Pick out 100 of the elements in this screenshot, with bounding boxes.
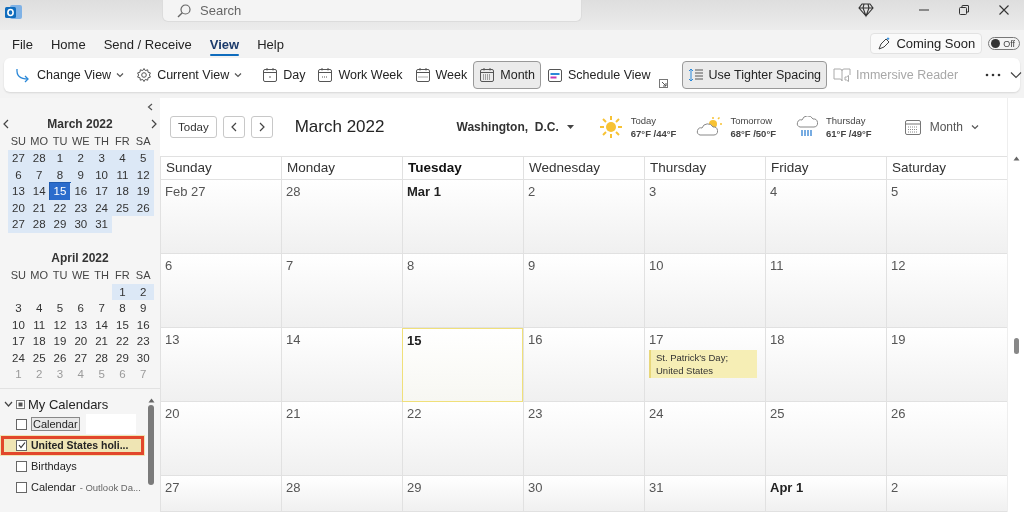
mini-calendar-day[interactable]: 6 xyxy=(70,300,92,317)
mini-calendar-day[interactable]: 17 xyxy=(8,333,29,350)
mini-calendar-day[interactable]: 1 xyxy=(112,283,133,300)
mini-calendar-day[interactable]: 16 xyxy=(132,316,154,333)
day-cell[interactable]: 2 xyxy=(523,180,644,254)
mini-calendar-day[interactable]: 13 xyxy=(70,316,92,333)
mini-calendar-day[interactable]: 11 xyxy=(28,316,50,333)
mini-calendar-day[interactable]: 27 xyxy=(70,349,92,366)
mini-calendar-day[interactable]: 18 xyxy=(112,183,133,200)
group-checkbox-icon[interactable] xyxy=(16,399,25,409)
mini-calendar-day[interactable]: 12 xyxy=(49,316,71,333)
chevron-right-icon[interactable] xyxy=(151,119,157,129)
ribbon-button[interactable]: Week xyxy=(408,61,474,89)
ribbon-button[interactable]: Schedule View xyxy=(541,61,657,89)
day-cell[interactable]: 13 xyxy=(160,328,281,402)
ribbon-button[interactable]: Day xyxy=(256,61,312,89)
mini-calendar-day[interactable]: 24 xyxy=(8,349,29,366)
mini-calendar-day[interactable]: 2 xyxy=(132,283,154,300)
day-cell[interactable]: 28 xyxy=(281,180,402,254)
ribbon-button[interactable]: Current View xyxy=(130,61,249,89)
day-cell[interactable]: Mar 1 xyxy=(402,180,523,254)
calendar-event[interactable]: St. Patrick's Day; United States xyxy=(649,350,757,378)
day-cell[interactable]: 8 xyxy=(402,254,523,328)
day-cell[interactable]: 31 xyxy=(644,476,765,512)
mini-calendar-day[interactable]: 26 xyxy=(49,349,71,366)
day-cell[interactable]: 20 xyxy=(160,402,281,476)
day-cell[interactable]: 2 xyxy=(886,476,1007,512)
day-cell[interactable]: 16 xyxy=(523,328,644,402)
day-cell[interactable]: 19 xyxy=(886,328,1007,402)
mini-calendar-day[interactable]: 28 xyxy=(91,349,112,366)
checkbox[interactable] xyxy=(16,481,27,493)
day-cell[interactable]: 29 xyxy=(402,476,523,512)
mini-calendar-day[interactable]: 17 xyxy=(91,183,112,200)
scrollbar-thumb[interactable] xyxy=(1013,338,1019,354)
mini-calendar-day[interactable]: 10 xyxy=(8,316,29,333)
scrollbar-thumb[interactable] xyxy=(148,405,154,485)
search-field[interactable]: Search xyxy=(200,3,500,18)
mini-calendar-day[interactable]: 16 xyxy=(70,183,92,200)
day-cell[interactable]: 28 xyxy=(281,476,402,512)
calendar-item[interactable]: Birthdays xyxy=(0,455,145,477)
ribbon-button[interactable]: Work Week xyxy=(311,61,409,89)
mini-calendar-day[interactable]: 19 xyxy=(132,183,154,200)
day-cell[interactable]: 7 xyxy=(281,254,402,328)
chevron-down-icon[interactable] xyxy=(1010,71,1023,79)
mini-calendar-day[interactable]: 19 xyxy=(49,333,71,350)
mini-calendar-day[interactable]: 27 xyxy=(8,216,29,233)
menu-tab[interactable]: Help xyxy=(248,32,293,55)
today-cell[interactable]: 15 xyxy=(402,328,523,402)
view-switcher[interactable]: Month xyxy=(897,117,985,137)
day-cell[interactable]: Apr 1 xyxy=(765,476,886,512)
day-cell[interactable]: 10 xyxy=(644,254,765,328)
today-button[interactable]: Today xyxy=(170,116,217,138)
mini-calendar-day[interactable]: 28 xyxy=(28,216,50,233)
mini-calendar-day[interactable]: 29 xyxy=(112,349,133,366)
ribbon-button[interactable]: Use Tighter Spacing xyxy=(681,61,828,89)
mini-calendar-day[interactable]: 8 xyxy=(112,300,133,317)
menu-tab[interactable]: File xyxy=(3,32,42,55)
expand-chevron-icon[interactable] xyxy=(4,401,13,407)
mini-calendar-day[interactable]: 18 xyxy=(28,333,50,350)
mini-calendar-day[interactable]: 7 xyxy=(91,300,112,317)
mini-calendar-day[interactable]: 2 xyxy=(70,150,92,167)
collapse-icon[interactable] xyxy=(147,103,153,111)
mini-calendar-day[interactable]: 25 xyxy=(28,349,50,366)
mini-calendar-day[interactable]: 14 xyxy=(28,183,50,200)
mini-calendar-day[interactable]: 4 xyxy=(28,300,50,317)
day-cell[interactable]: 30 xyxy=(523,476,644,512)
mini-calendar-day[interactable]: 5 xyxy=(132,150,154,167)
scroll-up-icon[interactable] xyxy=(1012,156,1020,161)
day-cell[interactable]: 26 xyxy=(886,402,1007,476)
chevron-left-icon[interactable] xyxy=(3,119,9,129)
mini-calendar-day[interactable]: 28 xyxy=(28,150,50,167)
mini-calendar-day[interactable]: 23 xyxy=(132,333,154,350)
day-cell[interactable]: 6 xyxy=(160,254,281,328)
mini-calendar-day[interactable]: 15 xyxy=(49,183,71,200)
day-cell[interactable]: 17 St. Patrick's Day; United States xyxy=(644,328,765,402)
ribbon-button[interactable]: Change View xyxy=(8,61,131,89)
mini-calendar-day[interactable]: 21 xyxy=(91,333,112,350)
calendar-group-label[interactable]: My Calendars xyxy=(28,396,109,412)
menu-tab[interactable]: View xyxy=(200,32,249,55)
mini-calendar-day[interactable]: 15 xyxy=(112,316,133,333)
day-cell[interactable]: 3 xyxy=(644,180,765,254)
mini-calendar-day[interactable]: 30 xyxy=(70,216,92,233)
day-cell[interactable]: 12 xyxy=(886,254,1007,328)
menu-tab[interactable]: Send / Receive xyxy=(94,32,201,55)
ribbon-button[interactable]: Month xyxy=(473,61,542,89)
day-cell[interactable]: 18 xyxy=(765,328,886,402)
day-cell[interactable]: 11 xyxy=(765,254,886,328)
day-cell[interactable]: 21 xyxy=(281,402,402,476)
calendar-item[interactable]: Calendar - Outlook Da... xyxy=(0,476,145,498)
mini-calendar-day[interactable]: 3 xyxy=(8,300,29,317)
mini-calendar-day[interactable]: 1 xyxy=(49,150,71,167)
scroll-up-icon[interactable] xyxy=(147,398,155,403)
coming-soon-button[interactable]: Coming Soon xyxy=(870,33,983,54)
day-cell[interactable]: 5 xyxy=(886,180,1007,254)
mini-calendar-day[interactable]: 30 xyxy=(132,349,154,366)
mini-calendar-day[interactable]: 29 xyxy=(49,216,71,233)
mini-calendar-day[interactable]: 27 xyxy=(8,150,29,167)
mini-calendar-day[interactable]: 20 xyxy=(70,333,92,350)
calendar-item[interactable]: Calendar xyxy=(0,413,145,435)
day-cell[interactable]: Feb 27 xyxy=(160,180,281,254)
